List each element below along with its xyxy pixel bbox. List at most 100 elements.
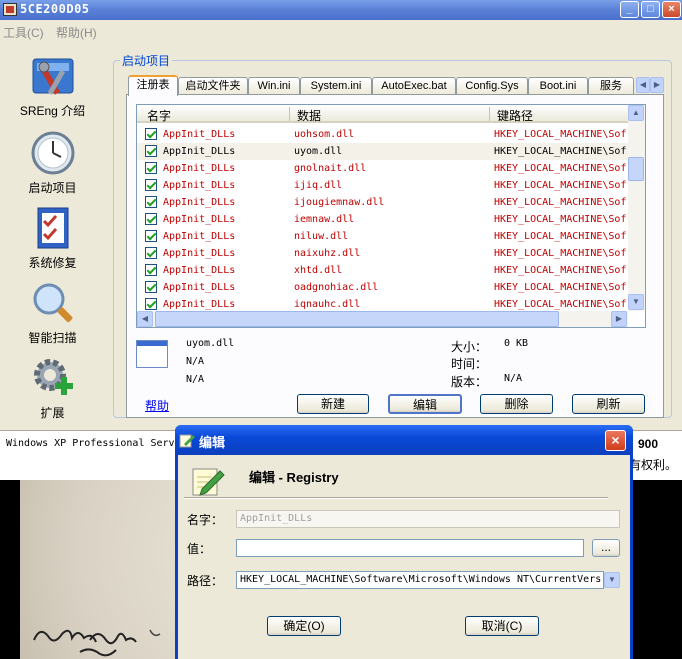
dialog-heading: 编辑 - Registry (249, 470, 339, 485)
row-name: AppInit_DLLs (163, 180, 236, 191)
status-right-number: 900 (638, 437, 659, 451)
file-icon (136, 340, 168, 368)
row-checkbox[interactable] (145, 264, 157, 276)
row-name: AppInit_DLLs (163, 248, 236, 259)
value-label: 值： (187, 542, 212, 556)
new-button[interactable]: 新建 (297, 394, 369, 414)
name-field[interactable]: AppInit_DLLs (236, 510, 620, 528)
edit-pencil-icon (179, 434, 195, 448)
tab-registry[interactable]: 注册表 (128, 75, 178, 96)
detail-panel: uyom.dll N/A N/A 大小： 0 KB 时间： 版本： N/A (136, 336, 646, 396)
row-checkbox[interactable] (145, 196, 157, 208)
column-key-path[interactable]: 键路径 (497, 107, 533, 124)
close-button[interactable]: × (662, 1, 681, 18)
scroll-left-icon[interactable]: ◀ (137, 311, 153, 327)
row-checkbox[interactable] (145, 298, 157, 310)
row-key-path: HKEY_LOCAL_MACHINE\Sof (494, 146, 627, 157)
sidebar-item-intro[interactable]: SREng 介绍 (0, 53, 105, 119)
column-name[interactable]: 名字 (147, 107, 171, 124)
table-row[interactable]: AppInit_DLLs iemnaw.dll HKEY_LOCAL_MACHINE… (137, 211, 629, 228)
table-row[interactable]: AppInit_DLLs gnolnait.dll HKEY_LOCAL_MACHI… (137, 160, 629, 177)
path-field[interactable]: HKEY_LOCAL_MACHINE\Software\Microsoft\Wi… (236, 571, 604, 589)
horizontal-scroll-thumb[interactable] (155, 311, 559, 327)
horizontal-scrollbar[interactable]: ◀ ▶ (137, 311, 628, 327)
row-name: AppInit_DLLs (163, 197, 236, 208)
sidebar-item-startup[interactable]: 启动项目 (0, 130, 105, 196)
row-key-path: HKEY_LOCAL_MACHINE\Sof (494, 197, 627, 208)
detail-line2: N/A (186, 356, 205, 367)
row-data: iemnaw.dll (294, 214, 355, 225)
row-checkbox[interactable] (145, 145, 157, 157)
row-data: uohsom.dll (294, 129, 355, 140)
scroll-up-icon[interactable]: ▲ (628, 105, 644, 121)
row-name: AppInit_DLLs (163, 214, 236, 225)
tab-scroll-right-icon[interactable]: ▶ (650, 77, 664, 93)
row-checkbox[interactable] (145, 128, 157, 140)
tab-system-ini[interactable]: System.ini (300, 77, 372, 95)
browse-button[interactable]: ... (592, 539, 620, 557)
sidebar-item-extend[interactable]: 扩展 (0, 355, 105, 421)
menu-help[interactable]: 帮助(H) (56, 24, 97, 41)
table-row[interactable]: AppInit_DLLs niluw.dll HKEY_LOCAL_MACHINE\… (137, 228, 629, 245)
row-checkbox[interactable] (145, 247, 157, 259)
edit-button[interactable]: 编辑 (388, 394, 462, 414)
startup-list[interactable]: 名字 数据 键路径 AppInit_DLLs uohsom.dll HKEY_LOC… (136, 104, 646, 328)
row-checkbox[interactable] (145, 230, 157, 242)
clock-icon (30, 130, 76, 176)
help-link[interactable]: 帮助 (145, 397, 169, 414)
row-key-path: HKEY_LOCAL_MACHINE\Sof (494, 231, 627, 242)
row-checkbox[interactable] (145, 162, 157, 174)
window-title: 5CE200D05 (20, 2, 90, 16)
tab-win-ini[interactable]: Win.ini (248, 77, 300, 95)
vertical-scroll-thumb[interactable] (628, 157, 644, 181)
row-name: AppInit_DLLs (163, 129, 236, 140)
tab-startup-folder[interactable]: 启动文件夹 (178, 77, 248, 95)
table-row[interactable]: AppInit_DLLs uyom.dll HKEY_LOCAL_MACHINE\S… (137, 143, 629, 160)
column-data[interactable]: 数据 (297, 107, 321, 124)
path-dropdown-chevron-icon[interactable]: ▼ (604, 572, 620, 588)
table-row[interactable]: AppInit_DLLs uohsom.dll HKEY_LOCAL_MACHINE… (137, 126, 629, 143)
scroll-down-icon[interactable]: ▼ (628, 294, 644, 310)
refresh-button[interactable]: 刷新 (572, 394, 645, 414)
value-field[interactable] (236, 539, 584, 557)
vertical-scrollbar[interactable]: ▲ ▼ (628, 105, 645, 311)
table-row[interactable]: AppInit_DLLs naixuhz.dll HKEY_LOCAL_MACHIN… (137, 245, 629, 262)
sidebar-item-scan[interactable]: 智能扫描 (0, 280, 105, 346)
size-label: 大小： (451, 340, 488, 354)
tab-config-sys[interactable]: Config.Sys (456, 77, 528, 95)
table-row[interactable]: AppInit_DLLs ijiq.dll HKEY_LOCAL_MACHINE\S… (137, 177, 629, 194)
tools-icon (30, 53, 76, 99)
tab-boot-ini[interactable]: Boot.ini (528, 77, 588, 95)
table-row[interactable]: AppInit_DLLs oadgnohiac.dll HKEY_LOCAL_MAC… (137, 279, 629, 296)
menu-bar: 工具(C) 帮助(H) (0, 22, 682, 40)
sidebar-item-label: 系统修复 (28, 256, 77, 270)
minimize-button[interactable]: _ (620, 1, 639, 18)
menu-tools[interactable]: 工具(C) (3, 24, 44, 41)
dialog-body: 编辑 - Registry 名字： AppInit_DLLs 值： ... 路径… (178, 455, 630, 659)
dialog-title-bar[interactable]: 编辑 × (175, 425, 633, 455)
row-checkbox[interactable] (145, 179, 157, 191)
tab-scroll-left-icon[interactable]: ◀ (636, 77, 650, 93)
row-checkbox[interactable] (145, 281, 157, 293)
dialog-close-button[interactable]: × (605, 430, 626, 451)
table-row[interactable]: AppInit_DLLs ijougiemnaw.dll HKEY_LOCAL_MA… (137, 194, 629, 211)
row-data: gnolnait.dll (294, 163, 367, 174)
tab-scroll-arrows[interactable]: ◀ ▶ (636, 77, 664, 93)
version-value: N/A (504, 373, 523, 384)
tab-autoexec-bat[interactable]: AutoExec.bat (372, 77, 456, 95)
cancel-button[interactable]: 取消(C) (465, 616, 539, 636)
table-row[interactable]: AppInit_DLLs xhtd.dll HKEY_LOCAL_MACHINE\S… (137, 262, 629, 279)
group-title: 启动项目 (120, 52, 173, 69)
delete-button[interactable]: 删除 (480, 394, 553, 414)
row-checkbox[interactable] (145, 213, 157, 225)
tab-services[interactable]: 服务 (588, 77, 634, 95)
title-bar[interactable]: 5CE200D05 _ □ × (0, 0, 682, 20)
row-key-path: HKEY_LOCAL_MACHINE\Sof (494, 163, 627, 174)
ok-button[interactable]: 确定(O) (267, 616, 341, 636)
maximize-button[interactable]: □ (641, 1, 660, 18)
scroll-right-icon[interactable]: ▶ (611, 311, 627, 327)
sidebar-item-repair[interactable]: 系统修复 (0, 205, 105, 271)
checklist-icon (30, 205, 76, 251)
time-label: 时间： (451, 357, 488, 371)
edit-dialog: 编辑 × 编辑 - Registry 名字： AppInit_DLLs 值： .… (175, 425, 633, 659)
